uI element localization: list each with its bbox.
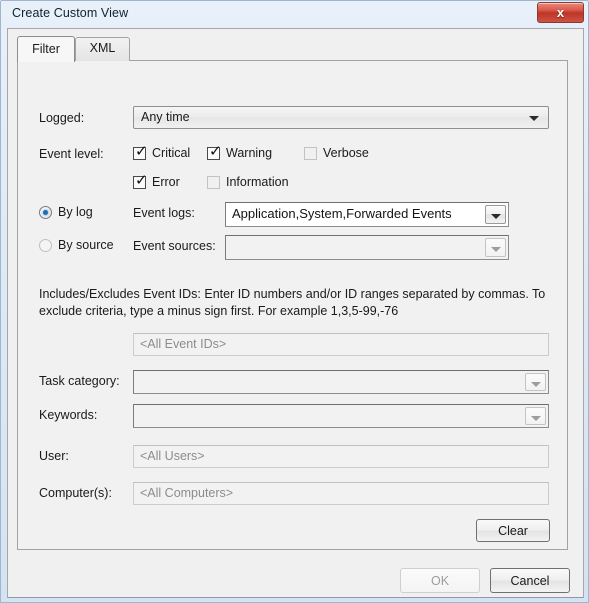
logged-value: Any time [141,110,190,124]
radio-by-source-label: By source [58,238,114,252]
keywords-label: Keywords: [39,408,98,422]
logged-label: Logged: [39,111,85,125]
checkbox-information-box[interactable] [207,176,220,189]
radio-by-log-label: By log [58,205,93,219]
cancel-button-label: Cancel [510,573,550,588]
user-placeholder: <All Users> [140,449,205,463]
radio-by-source-box[interactable] [39,239,52,252]
tab-filter[interactable]: Filter [17,36,75,62]
chevron-down-icon [531,416,541,421]
user-label: User: [39,449,69,463]
chevron-down-icon [491,247,501,252]
logged-dropdown[interactable]: Any time [133,106,549,129]
title-bar: Create Custom View x [1,1,588,28]
task-category-combo[interactable] [133,370,549,394]
event-logs-value: Application,System,Forwarded Events [232,206,452,221]
event-sources-dropdown-button[interactable] [485,238,506,257]
checkbox-information-label: Information [226,175,289,189]
window-title: Create Custom View [12,6,129,20]
tab-xml[interactable]: XML [75,37,130,61]
keywords-dropdown-button[interactable] [525,407,546,425]
checkbox-error-label: Error [152,175,180,189]
chevron-down-icon [491,214,501,219]
dialog-body: Filter XML Logged: Any time Event level:… [7,28,584,598]
check-icon: ✓ [135,171,148,189]
user-input[interactable]: <All Users> [133,445,549,468]
tab-strip: Filter XML [17,36,567,62]
check-icon: ✓ [209,142,222,160]
computers-label: Computer(s): [39,486,112,500]
dialog-window: Create Custom View x Filter XML Logged: … [0,0,589,603]
event-ids-input[interactable]: <All Event IDs> [133,333,549,356]
clear-button-label: Clear [498,523,528,538]
screen: Create Custom View x Filter XML Logged: … [0,0,589,603]
event-logs-label: Event logs: [133,206,195,220]
task-category-label: Task category: [39,374,120,388]
check-icon: ✓ [135,142,148,160]
ok-button[interactable]: OK [400,568,480,593]
close-icon[interactable]: x [537,2,584,23]
checkbox-warning-label: Warning [226,146,273,160]
event-logs-dropdown-button[interactable] [485,205,506,224]
event-level-label: Event level: [39,147,104,161]
event-sources-label: Event sources: [133,239,216,253]
clear-button[interactable]: Clear [476,519,550,542]
checkbox-critical-box[interactable]: ✓ [133,142,148,160]
keywords-combo[interactable] [133,404,549,428]
computers-placeholder: <All Computers> [140,486,234,500]
ok-button-label: OK [430,573,450,588]
computers-input[interactable]: <All Computers> [133,482,549,505]
checkbox-error-box[interactable]: ✓ [133,171,148,189]
task-category-dropdown-button[interactable] [525,373,546,391]
checkbox-warning-box[interactable]: ✓ [207,142,222,160]
chevron-down-icon [529,116,539,121]
event-ids-help-text: Includes/Excludes Event IDs: Enter ID nu… [39,287,546,318]
checkbox-verbose-label: Verbose [323,146,369,160]
checkbox-verbose-box[interactable] [304,147,317,160]
filter-panel: Logged: Any time Event level: ✓ Critical… [17,60,568,550]
chevron-down-icon [531,382,541,387]
cancel-button[interactable]: Cancel [490,568,570,593]
event-ids-placeholder: <All Event IDs> [140,337,227,351]
radio-selected-icon [43,210,48,215]
event-logs-combo[interactable]: Application,System,Forwarded Events [225,202,509,227]
radio-by-log-box[interactable] [39,206,52,219]
event-sources-combo[interactable] [225,235,509,260]
checkbox-critical-label: Critical [152,146,191,160]
